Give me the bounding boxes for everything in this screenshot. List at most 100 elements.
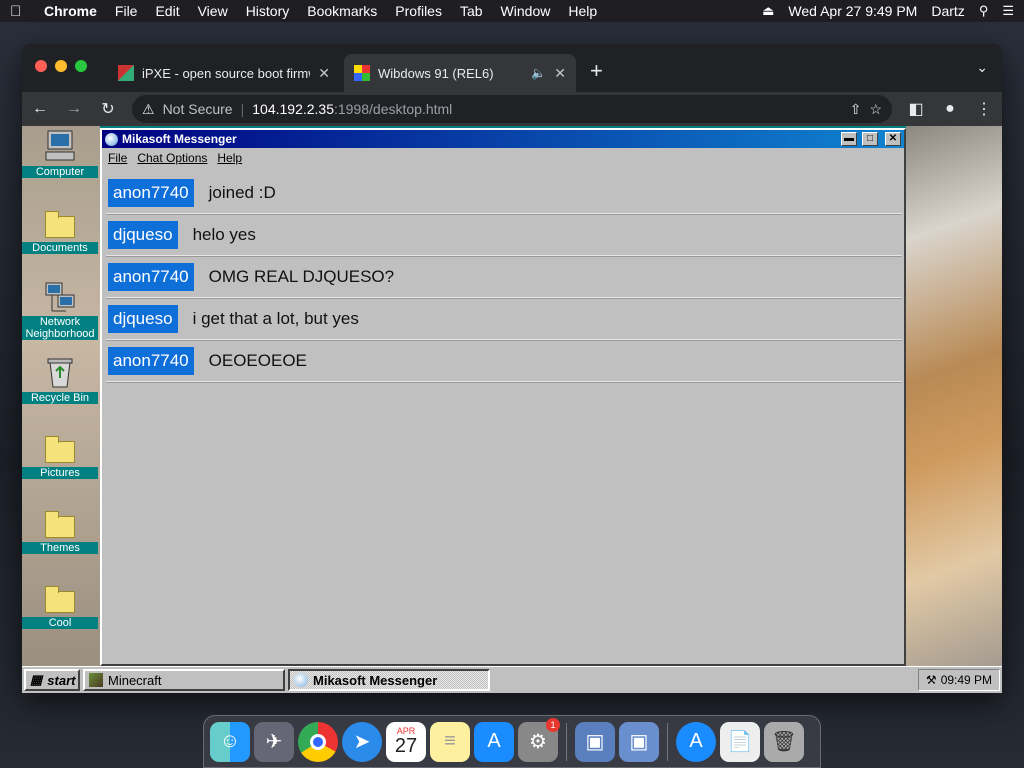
launchpad-icon[interactable]: ✈ (254, 721, 294, 762)
address-bar[interactable]: ⚠ Not Secure | 104.192.2.35:1998/desktop… (132, 95, 892, 123)
win-taskbar: ▦ start Minecraft Mikasoft Messenger ⚒ 0… (22, 666, 1002, 693)
notes-icon[interactable]: ≡ (430, 721, 470, 762)
system-tray: ⚒ 09:49 PM (918, 669, 1000, 691)
menu-tab[interactable]: Tab (460, 3, 483, 19)
menu-history[interactable]: History (246, 3, 290, 19)
taskbar-item-label: Minecraft (108, 672, 162, 688)
chat-message: anon7740 OMG REAL DJQUESO? (106, 256, 902, 298)
messenger-title: Mikasoft Messenger (122, 132, 237, 146)
maximize-icon[interactable]: □ (862, 132, 878, 146)
audio-playing-icon[interactable]: 🔈 (531, 66, 546, 80)
chat-username[interactable]: anon7740 (108, 346, 194, 375)
menu-file[interactable]: File (108, 151, 127, 165)
app-store-downloads-icon[interactable]: A (676, 721, 716, 762)
tray-tool-icon[interactable]: ⚒ (926, 673, 937, 687)
chrome-icon[interactable] (298, 721, 338, 762)
mac-menu-bar:  Chrome File Edit View History Bookmark… (0, 0, 1024, 22)
desktop-icon-network[interactable]: Network Neighborhood (22, 279, 98, 342)
menubar-clock[interactable]: Wed Apr 27 9:49 PM (788, 3, 917, 19)
menu-help[interactable]: Help (568, 3, 597, 19)
network-icon (22, 279, 98, 313)
reload-button[interactable]: ↻ (98, 99, 118, 119)
messenger-icon (294, 673, 308, 687)
menu-help[interactable]: Help (217, 151, 242, 165)
browser-toolbar: ← → ↻ ⚠ Not Secure | 104.192.2.35:1998/d… (22, 92, 1002, 126)
dock-separator (566, 722, 567, 761)
mac-dock: ☺ ✈ ➤ APR 27 ≡ A ⚙ 1 ▣ ▣ A 📄 🗑 (203, 715, 821, 768)
menu-file[interactable]: File (115, 3, 138, 19)
not-secure-label[interactable]: Not Secure (163, 101, 233, 117)
chat-log: anon7740 joined :D djqueso helo yes anon… (102, 168, 904, 382)
url-host[interactable]: 104.192.2.35 (252, 101, 334, 117)
close-tab-icon[interactable]: ✕ (318, 65, 330, 82)
chat-message: djqueso helo yes (106, 214, 902, 256)
back-button[interactable]: ← (30, 100, 50, 118)
minimize-window-button[interactable] (55, 60, 67, 72)
minimize-icon[interactable]: ▬ (841, 132, 857, 146)
tab-search-chevron-icon[interactable]: ⌄ (976, 59, 988, 76)
messenger-title-bar[interactable]: Mikasoft Messenger ▬ □ ✕ (102, 130, 904, 148)
taskbar-item-messenger[interactable]: Mikasoft Messenger (288, 669, 490, 691)
menu-bookmarks[interactable]: Bookmarks (307, 3, 377, 19)
menu-chat-options[interactable]: Chat Options (137, 151, 207, 165)
chat-username[interactable]: anon7740 (108, 262, 194, 291)
tab-title: Wibdows 91 (REL6) (378, 65, 494, 81)
calendar-icon[interactable]: APR 27 (386, 721, 426, 762)
virtualbox-vm-icon[interactable]: ▣ (619, 721, 659, 762)
new-tab-button[interactable]: + (590, 58, 603, 84)
close-icon[interactable]: ✕ (885, 132, 901, 146)
desktop-icon-recycle-bin[interactable]: Recycle Bin (22, 354, 98, 406)
desktop-icon-computer[interactable]: Computer (22, 128, 98, 180)
menu-profiles[interactable]: Profiles (395, 3, 442, 19)
windows-favicon-icon (354, 65, 370, 81)
spotlight-search-icon[interactable]: ⚲ (979, 3, 989, 19)
desktop-icon-label: Recycle Bin (22, 392, 98, 404)
chat-username[interactable]: anon7740 (108, 178, 194, 207)
desktop-icon-cool[interactable]: Cool (22, 579, 98, 631)
desktop-icon-label: Network Neighborhood (22, 316, 98, 340)
close-tab-icon[interactable]: ✕ (554, 65, 566, 82)
virtualbox-icon[interactable]: ▣ (575, 721, 615, 762)
menubar-user[interactable]: Dartz (931, 3, 964, 19)
desktop-icon-pictures[interactable]: Pictures (22, 429, 98, 481)
document-icon[interactable]: 📄 (720, 721, 760, 762)
start-button[interactable]: ▦ start (24, 669, 80, 691)
profile-avatar-icon[interactable]: ● (940, 100, 960, 118)
desktop-icon-label: Themes (22, 542, 98, 554)
forward-button[interactable]: → (64, 100, 84, 118)
control-center-icon[interactable]: ☰ (1002, 3, 1014, 19)
share-icon[interactable]: ⇧ (850, 101, 862, 118)
desktop-icon-documents[interactable]: Documents (22, 204, 98, 256)
menu-view[interactable]: View (198, 3, 228, 19)
safari-icon[interactable]: ➤ (342, 721, 382, 762)
more-menu-icon[interactable]: ⋮ (974, 99, 994, 119)
menu-window[interactable]: Window (501, 3, 551, 19)
side-panel-icon[interactable]: ◧ (906, 99, 926, 119)
finder-icon[interactable]: ☺ (210, 721, 250, 762)
chat-username[interactable]: djqueso (108, 304, 178, 333)
start-label: start (47, 672, 76, 688)
chat-text: helo yes (192, 224, 256, 244)
chrome-window: iPXE - open source boot firmw ✕ Wibdows … (22, 44, 1002, 693)
taskbar-item-label: Mikasoft Messenger (313, 672, 438, 688)
taskbar-item-minecraft[interactable]: Minecraft (83, 669, 285, 691)
eject-icon[interactable]: ⏏ (762, 3, 774, 19)
menu-app-chrome[interactable]: Chrome (44, 3, 97, 19)
bookmark-star-icon[interactable]: ☆ (869, 101, 882, 118)
folder-icon (22, 504, 98, 538)
trash-icon[interactable]: 🗑 (764, 721, 804, 762)
zoom-window-button[interactable] (75, 60, 87, 72)
tab-ipxe[interactable]: iPXE - open source boot firmw ✕ (108, 54, 340, 92)
desktop-icon-themes[interactable]: Themes (22, 504, 98, 556)
apple-menu-icon[interactable]:  (10, 3, 30, 20)
app-store-icon[interactable]: A (474, 721, 514, 762)
tab-wibdows[interactable]: Wibdows 91 (REL6) 🔈 ✕ (344, 54, 576, 92)
chat-text: i get that a lot, but yes (192, 308, 359, 328)
chat-text: OMG REAL DJQUESO? (208, 266, 395, 286)
menu-edit[interactable]: Edit (155, 3, 179, 19)
system-preferences-icon[interactable]: ⚙ 1 (518, 717, 560, 762)
warning-icon[interactable]: ⚠ (142, 101, 155, 118)
url-path[interactable]: :1998/desktop.html (334, 101, 452, 117)
close-window-button[interactable] (35, 60, 47, 72)
chat-username[interactable]: djqueso (108, 220, 178, 249)
